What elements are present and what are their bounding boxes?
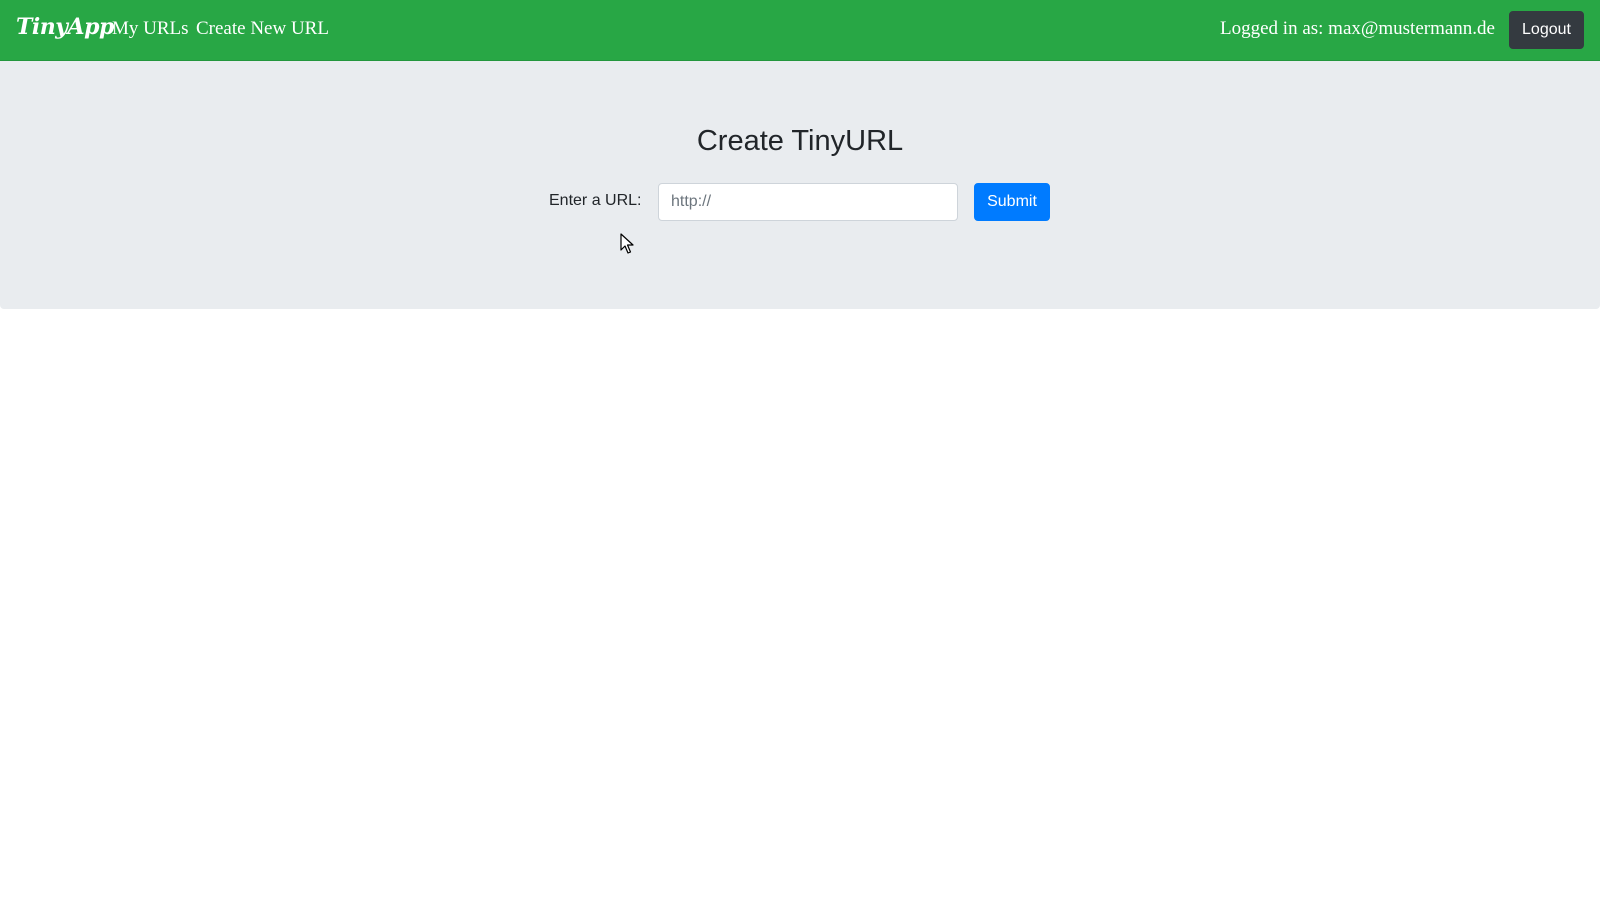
submit-button[interactable]: Submit: [974, 183, 1050, 221]
create-url-form: Enter a URL: Submit: [0, 183, 1600, 221]
nav-link-create-new-url[interactable]: Create New URL: [196, 18, 329, 40]
page-title: Create TinyURL: [696, 125, 904, 157]
brand-logo-link[interactable]: TinyApp: [16, 14, 114, 40]
logout-button[interactable]: Logout: [1509, 11, 1584, 49]
create-url-panel: Create TinyURL Enter a URL: Submit: [0, 61, 1600, 309]
url-field-label: Enter a URL:: [549, 192, 642, 209]
logged-in-status: Logged in as: max@mustermann.de: [1220, 18, 1495, 39]
url-input[interactable]: [658, 183, 958, 221]
top-navbar: TinyApp My URLs Create New URL Logged in…: [0, 0, 1600, 61]
nav-link-my-urls[interactable]: My URLs: [112, 18, 189, 40]
